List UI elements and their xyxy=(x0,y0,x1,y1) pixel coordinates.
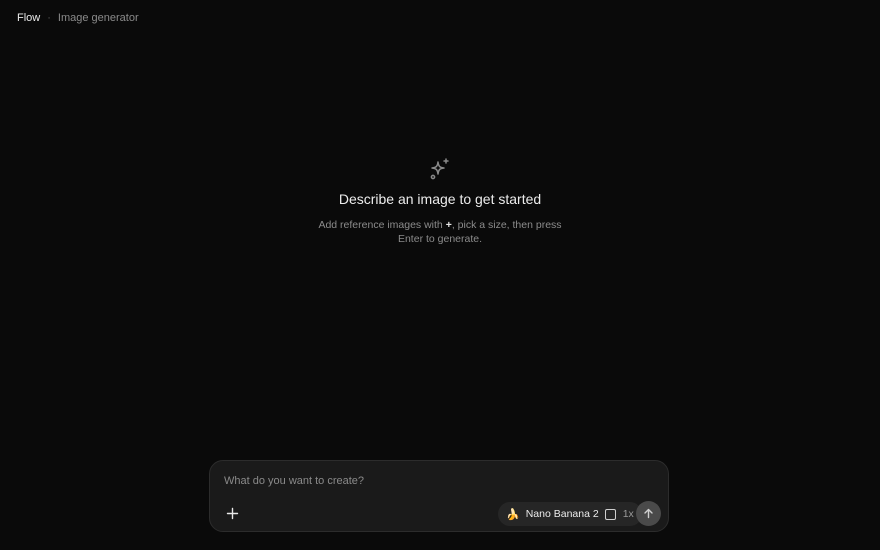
empty-state: Describe an image to get started Add ref… xyxy=(0,157,880,246)
model-selector[interactable]: 🍌 Nano Banana 2 1x xyxy=(498,502,642,526)
app-page: Flow · Image generator Describe an image… xyxy=(0,0,880,550)
sparkles-icon xyxy=(430,158,449,180)
top-bar: Flow · Image generator xyxy=(17,11,139,25)
empty-state-hint: Add reference images with +, pick a size… xyxy=(310,218,570,246)
add-reference-button[interactable] xyxy=(222,503,242,523)
empty-state-title: Describe an image to get started xyxy=(338,191,542,207)
send-button[interactable] xyxy=(636,501,661,526)
breadcrumb-separator: · xyxy=(47,12,51,24)
prompt-composer: 🍌 Nano Banana 2 1x xyxy=(209,460,669,532)
banana-icon: 🍌 xyxy=(506,508,520,521)
arrow-up-icon xyxy=(644,508,653,519)
image-count[interactable]: 1x xyxy=(623,508,634,520)
plus-icon xyxy=(226,507,238,519)
square-ratio-icon[interactable] xyxy=(604,508,616,520)
brand-name[interactable]: Flow xyxy=(17,11,40,25)
prompt-input[interactable] xyxy=(224,473,654,489)
hint-text-start: Add reference images with xyxy=(318,219,446,231)
page-subtitle: Image generator xyxy=(57,12,139,24)
model-name: Nano Banana 2 xyxy=(525,508,599,520)
